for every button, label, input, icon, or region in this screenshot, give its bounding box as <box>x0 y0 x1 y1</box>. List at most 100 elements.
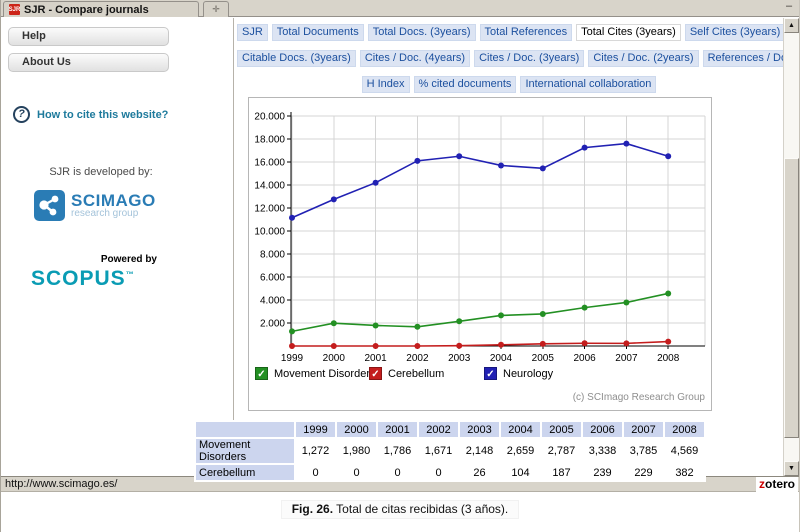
value-cell: 2,787 <box>542 439 581 463</box>
scroll-down-icon: ▼ <box>788 465 795 472</box>
value-cell: 229 <box>624 465 663 480</box>
sidebar-nav: Help About Us <box>1 27 233 72</box>
y-tick-label: 20.000 <box>254 112 285 123</box>
browser-tab-bar: SJR SJR - Compare journals ✛ – <box>1 0 799 17</box>
metric-tab-total-cites-3years[interactable]: Total Cites (3years) <box>576 24 681 41</box>
data-point-neurology <box>581 144 588 151</box>
table-corner-cell <box>196 422 294 437</box>
row-label: Movement Disorders <box>196 439 294 463</box>
data-point-cerebellum <box>414 343 421 349</box>
data-point-movement-disorders <box>623 299 630 306</box>
dash-icon: – <box>785 0 793 12</box>
metric-tabs: SJR Total Documents Total Docs. (3years) To… <box>235 22 799 93</box>
metric-tab-cites-doc-3years[interactable]: Cites / Doc. (3years) <box>474 50 585 67</box>
new-tab-button[interactable]: ✛ <box>203 1 229 17</box>
value-cell: 3,785 <box>624 439 663 463</box>
legend-item-movement-disorders[interactable]: ✓ Movement Disorders <box>255 367 375 380</box>
zotero-button[interactable]: zotero <box>756 477 798 492</box>
data-point-neurology <box>665 153 672 160</box>
metric-tab-h-index[interactable]: H Index <box>361 76 410 93</box>
data-point-cerebellum <box>456 342 463 349</box>
x-tick-label: 2005 <box>532 353 555 364</box>
x-tick-label: 2003 <box>448 353 471 364</box>
sjr-favicon-icon: SJR <box>9 4 20 15</box>
data-point-neurology <box>414 157 421 164</box>
y-tick-label: 8.000 <box>260 250 285 261</box>
value-cell: 26 <box>460 465 499 480</box>
data-point-neurology <box>372 179 379 186</box>
scroll-up-button[interactable]: ▲ <box>784 18 799 33</box>
legend-item-neurology[interactable]: ✓ Neurology <box>484 367 553 380</box>
browser-tab-active[interactable]: SJR SJR - Compare journals <box>3 1 199 17</box>
metric-tab-row: H Index% cited documents International co… <box>235 74 783 93</box>
metric-tab-row: Citable Docs. (3years) Cites / Doc. (4yea… <box>235 48 799 67</box>
metric-tab-cites-doc-4years[interactable]: Cites / Doc. (4years) <box>359 50 471 67</box>
scroll-down-button[interactable]: ▼ <box>784 461 799 476</box>
scimago-logo: SCIMAGO research group <box>34 190 156 221</box>
line-chart: 20.000 18.000 16.000 14.000 12.000 10.000 8.00… <box>254 112 706 364</box>
year-header: 2008 <box>665 422 704 437</box>
metric-tab-international-collaboration[interactable]: International collaboration <box>520 76 657 93</box>
data-point-cerebellum <box>539 340 546 347</box>
metric-tab-sjr[interactable]: SJR <box>237 24 268 41</box>
scopus-logo: Powered by SCOPUS™ <box>31 254 161 289</box>
x-tick-label: 2007 <box>615 353 638 364</box>
x-tick-label: 2008 <box>657 353 680 364</box>
x-tick-label: 2002 <box>406 353 429 364</box>
sidebar: Help About Us ? How to cite this website?… <box>1 18 234 476</box>
scroll-up-icon: ▲ <box>788 22 795 29</box>
year-header: 2004 <box>501 422 540 437</box>
data-point-neurology <box>456 153 463 160</box>
legend-checkbox-icon[interactable]: ✓ <box>369 367 382 380</box>
value-cell: 2,148 <box>460 439 499 463</box>
cite-link-row[interactable]: ? How to cite this website? <box>13 106 168 123</box>
sidebar-item-help[interactable]: Help <box>8 27 169 46</box>
x-tick-label: 2000 <box>323 353 346 364</box>
legend-checkbox-icon[interactable]: ✓ <box>484 367 497 380</box>
metric-tab-cited-documents[interactable]: % cited documents <box>413 76 517 93</box>
y-tick-label: 18.000 <box>254 135 285 146</box>
data-point-movement-disorders <box>456 318 463 325</box>
data-point-neurology <box>289 214 295 221</box>
metric-tab-citable-docs-3years[interactable]: Citable Docs. (3years) <box>237 50 356 67</box>
vertical-scrollbar[interactable]: ▲ ▼ <box>783 18 799 476</box>
x-tick-label: 2001 <box>364 353 387 364</box>
data-point-movement-disorders <box>498 312 504 319</box>
metric-tab-self-cites-3years[interactable]: Self Cites (3years) <box>684 24 786 41</box>
value-cell: 1,786 <box>378 439 417 463</box>
data-point-cerebellum <box>623 340 630 347</box>
figure-caption-text: Total de citas recibidas (3 años). <box>333 502 509 516</box>
data-point-cerebellum <box>330 343 337 349</box>
data-point-movement-disorders <box>330 320 337 327</box>
citations-chart-panel: 20.000 18.000 16.000 14.000 12.000 10.000 8.00… <box>248 97 712 411</box>
metric-tab-total-docs-3years[interactable]: Total Docs. (3years) <box>367 24 476 41</box>
year-header: 2007 <box>624 422 663 437</box>
data-point-movement-disorders <box>665 290 672 297</box>
year-header: 2000 <box>337 422 376 437</box>
x-tick-label: 2006 <box>573 353 596 364</box>
legend-label: Cerebellum <box>388 367 445 380</box>
tab-overflow-button[interactable]: – <box>783 1 795 14</box>
status-url: http://www.scimago.es/ <box>5 478 118 490</box>
y-tick-label: 6.000 <box>260 273 285 284</box>
data-point-neurology <box>330 196 337 203</box>
value-cell: 4,569 <box>665 439 704 463</box>
journal-data-table: 1999 2000 2001 2002 2003 2004 2005 2006 2007 2008… <box>194 420 706 482</box>
metric-tab-total-documents[interactable]: Total Documents <box>271 24 364 41</box>
y-tick-label: 16.000 <box>254 158 285 169</box>
metric-tab-row: SJR Total Documents Total Docs. (3years) To… <box>235 22 786 41</box>
legend-checkbox-icon[interactable]: ✓ <box>255 367 268 380</box>
value-cell: 2,659 <box>501 439 540 463</box>
sidebar-item-about-us[interactable]: About Us <box>8 53 169 72</box>
table-row: Movement Disorders 1,272 1,980 1,786 1,671 2,… <box>196 439 704 463</box>
scrollbar-thumb[interactable] <box>784 158 799 438</box>
scopus-wordmark: SCOPUS™ <box>31 267 135 290</box>
year-header: 2006 <box>583 422 622 437</box>
legend-item-cerebellum[interactable]: ✓ Cerebellum <box>369 367 444 380</box>
value-cell: 0 <box>296 465 335 480</box>
data-point-cerebellum <box>498 341 504 348</box>
metric-tab-total-references[interactable]: Total References <box>479 24 573 41</box>
value-cell: 104 <box>501 465 540 480</box>
metric-tab-cites-doc-2years[interactable]: Cites / Doc. (2years) <box>588 50 699 67</box>
how-to-cite-link[interactable]: How to cite this website? <box>37 109 168 121</box>
